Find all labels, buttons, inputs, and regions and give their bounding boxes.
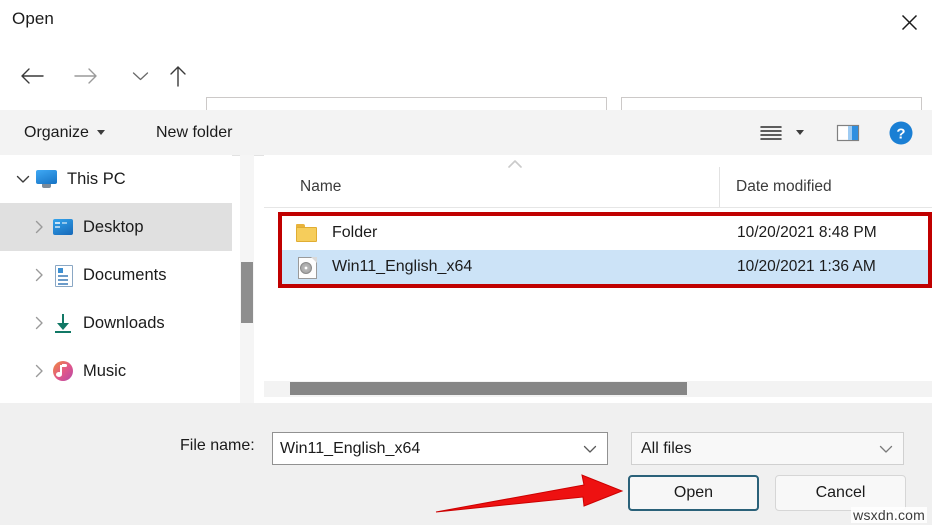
arrow-right-icon[interactable] bbox=[64, 54, 108, 98]
desktop-icon bbox=[52, 216, 74, 238]
sort-ascending-icon bbox=[507, 156, 523, 168]
chevron-right-icon[interactable] bbox=[26, 251, 52, 299]
file-type-select[interactable]: All files bbox=[631, 432, 904, 465]
file-type-value: All files bbox=[641, 439, 692, 457]
caret-down-glyph bbox=[796, 130, 804, 135]
page-title: Open bbox=[12, 9, 54, 28]
music-icon bbox=[52, 360, 74, 382]
file-name-input[interactable]: Win11_English_x64 bbox=[272, 432, 608, 465]
column-headers: Name Date modified bbox=[264, 167, 932, 208]
svg-text:?: ? bbox=[896, 125, 905, 142]
sidebar-item-downloads[interactable]: Downloads bbox=[0, 299, 232, 347]
file-name-cell: Win11_English_x64 bbox=[332, 258, 473, 275]
arrow-up-icon[interactable] bbox=[156, 54, 200, 98]
sidebar-item-desktop[interactable]: Desktop bbox=[0, 203, 232, 251]
file-name-label: File name: bbox=[180, 437, 255, 454]
arrow-left-icon[interactable] bbox=[10, 54, 54, 98]
file-list-pane[interactable]: Name Date modified Folder 10/20/2021 8:4… bbox=[264, 155, 932, 403]
documents-icon bbox=[52, 264, 74, 287]
sidebar-item-documents[interactable]: Documents bbox=[0, 251, 232, 299]
this-pc-icon bbox=[36, 168, 58, 190]
navigation-bar: « Desktop › Docs bbox=[0, 44, 932, 142]
navigation-tree[interactable]: This PC Desktop Documents Downloads Musi… bbox=[0, 155, 232, 403]
disc-image-icon bbox=[296, 256, 320, 279]
file-type-chevron-down-icon[interactable] bbox=[877, 440, 895, 458]
sidebar-item-label: Desktop bbox=[83, 217, 144, 236]
organize-button[interactable]: Organize bbox=[24, 110, 105, 155]
view-caret-down-icon[interactable] bbox=[789, 110, 811, 155]
new-folder-label: New folder bbox=[156, 123, 233, 141]
new-folder-button[interactable]: New folder bbox=[156, 110, 232, 155]
column-header-label: Date modified bbox=[736, 178, 832, 195]
sidebar-item-music[interactable]: Music bbox=[0, 347, 232, 395]
help-icon[interactable]: ? bbox=[884, 110, 918, 155]
file-date-cell: 10/20/2021 1:36 AM bbox=[737, 258, 876, 275]
sidebar-item-this-pc[interactable]: This PC bbox=[0, 155, 232, 203]
title-bar: Open bbox=[0, 0, 932, 44]
file-name-value: Win11_English_x64 bbox=[280, 439, 421, 457]
downloads-icon bbox=[52, 312, 74, 334]
column-header-name[interactable]: Name bbox=[264, 167, 719, 207]
sidebar-item-label: Downloads bbox=[83, 313, 165, 332]
folder-icon bbox=[296, 222, 320, 244]
open-file-dialog: Open Search Docs Organize New folder ? T… bbox=[0, 0, 932, 525]
preview-pane-icon[interactable] bbox=[831, 110, 865, 155]
file-list-horizontal-scrollbar-thumb[interactable] bbox=[290, 382, 687, 395]
cancel-button-label: Cancel bbox=[815, 484, 866, 501]
sidebar-vertical-scrollbar-thumb[interactable] bbox=[241, 262, 253, 323]
sidebar-item-label: Music bbox=[83, 361, 127, 380]
open-button[interactable]: Open bbox=[628, 475, 759, 511]
chevron-down-icon[interactable] bbox=[10, 155, 36, 203]
view-list-icon[interactable] bbox=[756, 110, 786, 155]
column-header-date-modified[interactable]: Date modified bbox=[719, 167, 932, 207]
table-row[interactable]: Win11_English_x64 10/20/2021 1:36 AM bbox=[282, 250, 928, 284]
column-header-label: Name bbox=[300, 178, 342, 195]
file-name-chevron-down-icon[interactable] bbox=[581, 440, 599, 458]
cancel-button[interactable]: Cancel bbox=[775, 475, 906, 511]
chevron-right-icon[interactable] bbox=[26, 347, 52, 395]
open-button-label: Open bbox=[673, 484, 714, 501]
file-name-cell: Folder bbox=[332, 224, 378, 241]
close-icon[interactable] bbox=[886, 0, 932, 44]
table-row[interactable]: Folder 10/20/2021 8:48 PM bbox=[282, 216, 928, 250]
sidebar-item-label: Documents bbox=[83, 265, 167, 284]
file-date-cell: 10/20/2021 8:48 PM bbox=[737, 224, 877, 241]
command-bar: Organize New folder ? bbox=[0, 110, 932, 156]
caret-down-icon bbox=[96, 130, 105, 135]
chevron-right-icon[interactable] bbox=[26, 203, 52, 251]
organize-label: Organize bbox=[24, 123, 89, 141]
sidebar-item-label: This PC bbox=[67, 169, 126, 188]
watermark: wsxdn.com bbox=[851, 507, 927, 523]
chevron-right-icon[interactable] bbox=[26, 299, 52, 347]
